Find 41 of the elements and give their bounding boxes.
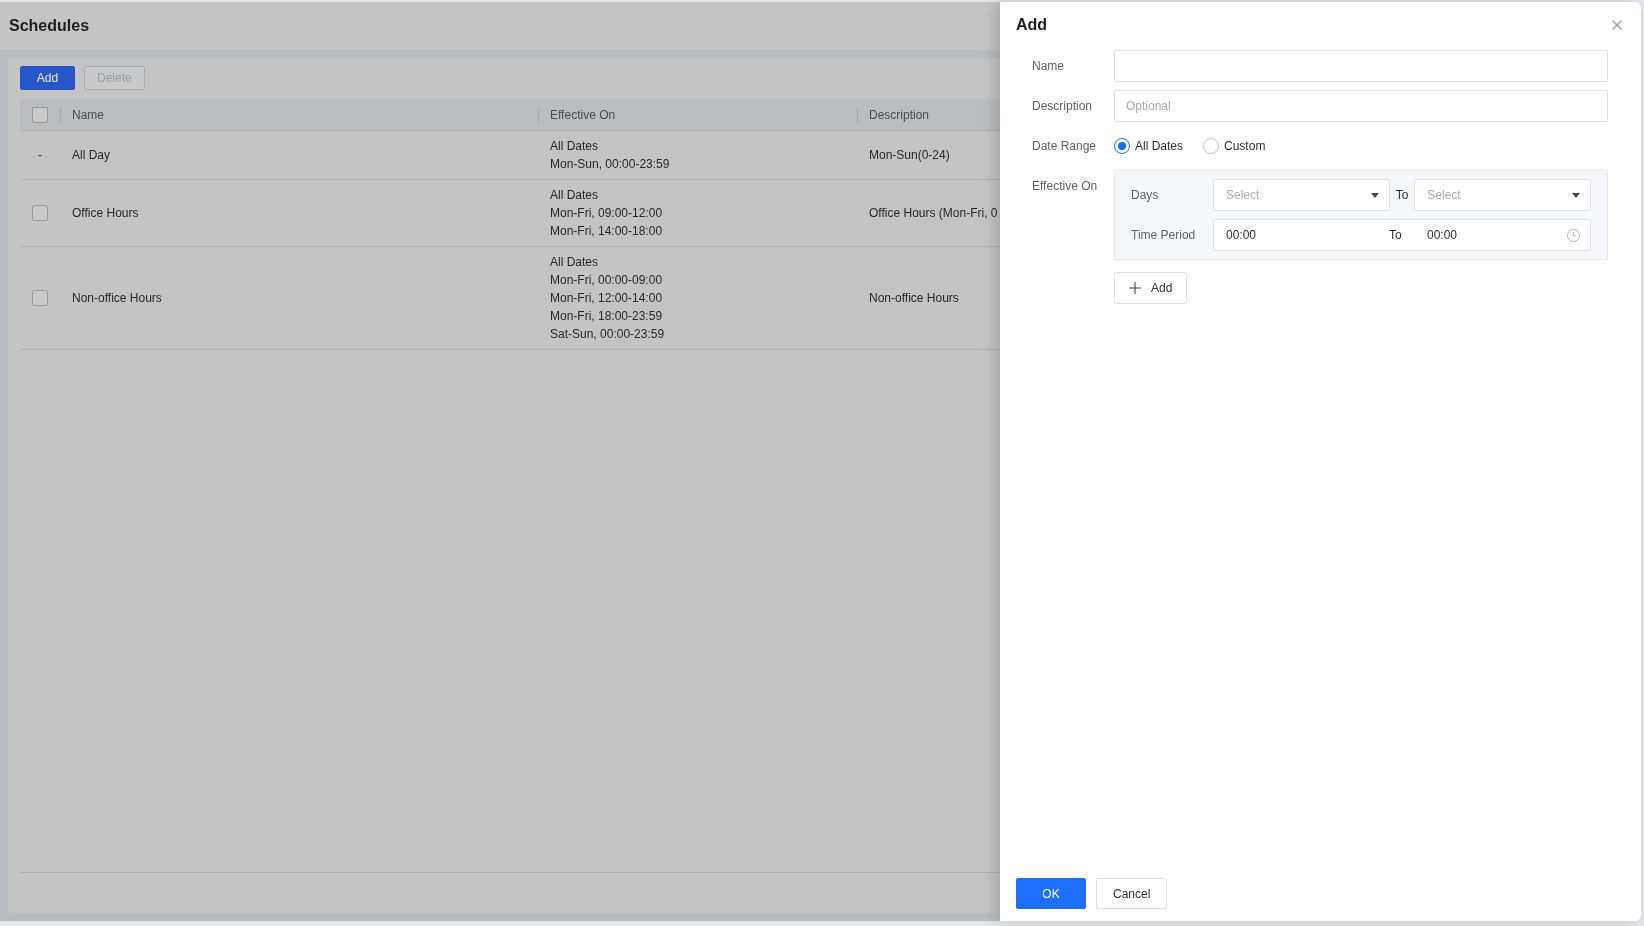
- text-input[interactable]: Optional: [1114, 90, 1608, 122]
- close-icon[interactable]: [1612, 20, 1622, 30]
- add-button[interactable]: Add: [20, 66, 75, 90]
- table-cell-text: Mon-Sun(0-24): [868, 147, 951, 164]
- table-cell-text: All Dates Mon-Sun, 00:00-23:59: [549, 138, 671, 173]
- checkbox[interactable]: [32, 106, 48, 123]
- column-header: Effective On: [550, 107, 616, 122]
- table-cell-text: Non-office Hours: [71, 290, 163, 307]
- radio-button[interactable]: [1203, 138, 1220, 154]
- dash-text: -: [38, 148, 42, 162]
- plus-icon: [1129, 282, 1141, 294]
- field-label: Effective On: [1032, 178, 1099, 195]
- radio-label[interactable]: Custom: [1224, 139, 1266, 153]
- clock-icon: [1567, 228, 1580, 242]
- column-header: Name: [72, 107, 104, 122]
- ok-button[interactable]: OK: [1016, 878, 1086, 909]
- field-label: Days: [1131, 187, 1160, 204]
- drawer-title: Add: [1016, 16, 1048, 34]
- table-cell-text: Office Hours (Mon-Fri, 0: [868, 205, 999, 222]
- separator-text: To: [1395, 188, 1409, 202]
- text-input[interactable]: [1114, 50, 1608, 82]
- field-label: Description: [1032, 98, 1094, 115]
- column-header: Description: [869, 107, 930, 122]
- field-label: Date Range: [1032, 138, 1098, 155]
- table-cell-text: Office Hours: [71, 205, 140, 222]
- caret-down-icon: [1370, 192, 1379, 198]
- table-cell-text: All Dates Mon-Fri, 00:00-09:00 Mon-Fri, 12:00-14:00 Mon-Fri, 18:00-23:59 Sat-Sun, 00:00-23:59: [549, 254, 666, 343]
- field-label: Time Period: [1131, 227, 1197, 244]
- table-cell-text: All Dates Mon-Fri, 09:00-12:00 Mon-Fri, 14:00-18:00: [549, 187, 664, 240]
- field-label: Name: [1032, 58, 1065, 75]
- table-cell-text: All Day: [71, 147, 111, 164]
- checkbox[interactable]: [32, 205, 48, 221]
- time-range-field[interactable]: 00:00 To 00:00: [1213, 219, 1591, 251]
- cancel-button[interactable]: Cancel: [1096, 878, 1168, 909]
- radio-button[interactable]: [1114, 138, 1130, 154]
- checkbox[interactable]: [32, 290, 48, 306]
- radio-label[interactable]: All Dates: [1135, 139, 1184, 153]
- table-cell-text: Non-office Hours: [868, 290, 960, 307]
- add-period-button[interactable]: Add: [1114, 272, 1188, 304]
- caret-down-icon: [1572, 192, 1580, 198]
- page-title: Schedules: [9, 16, 90, 36]
